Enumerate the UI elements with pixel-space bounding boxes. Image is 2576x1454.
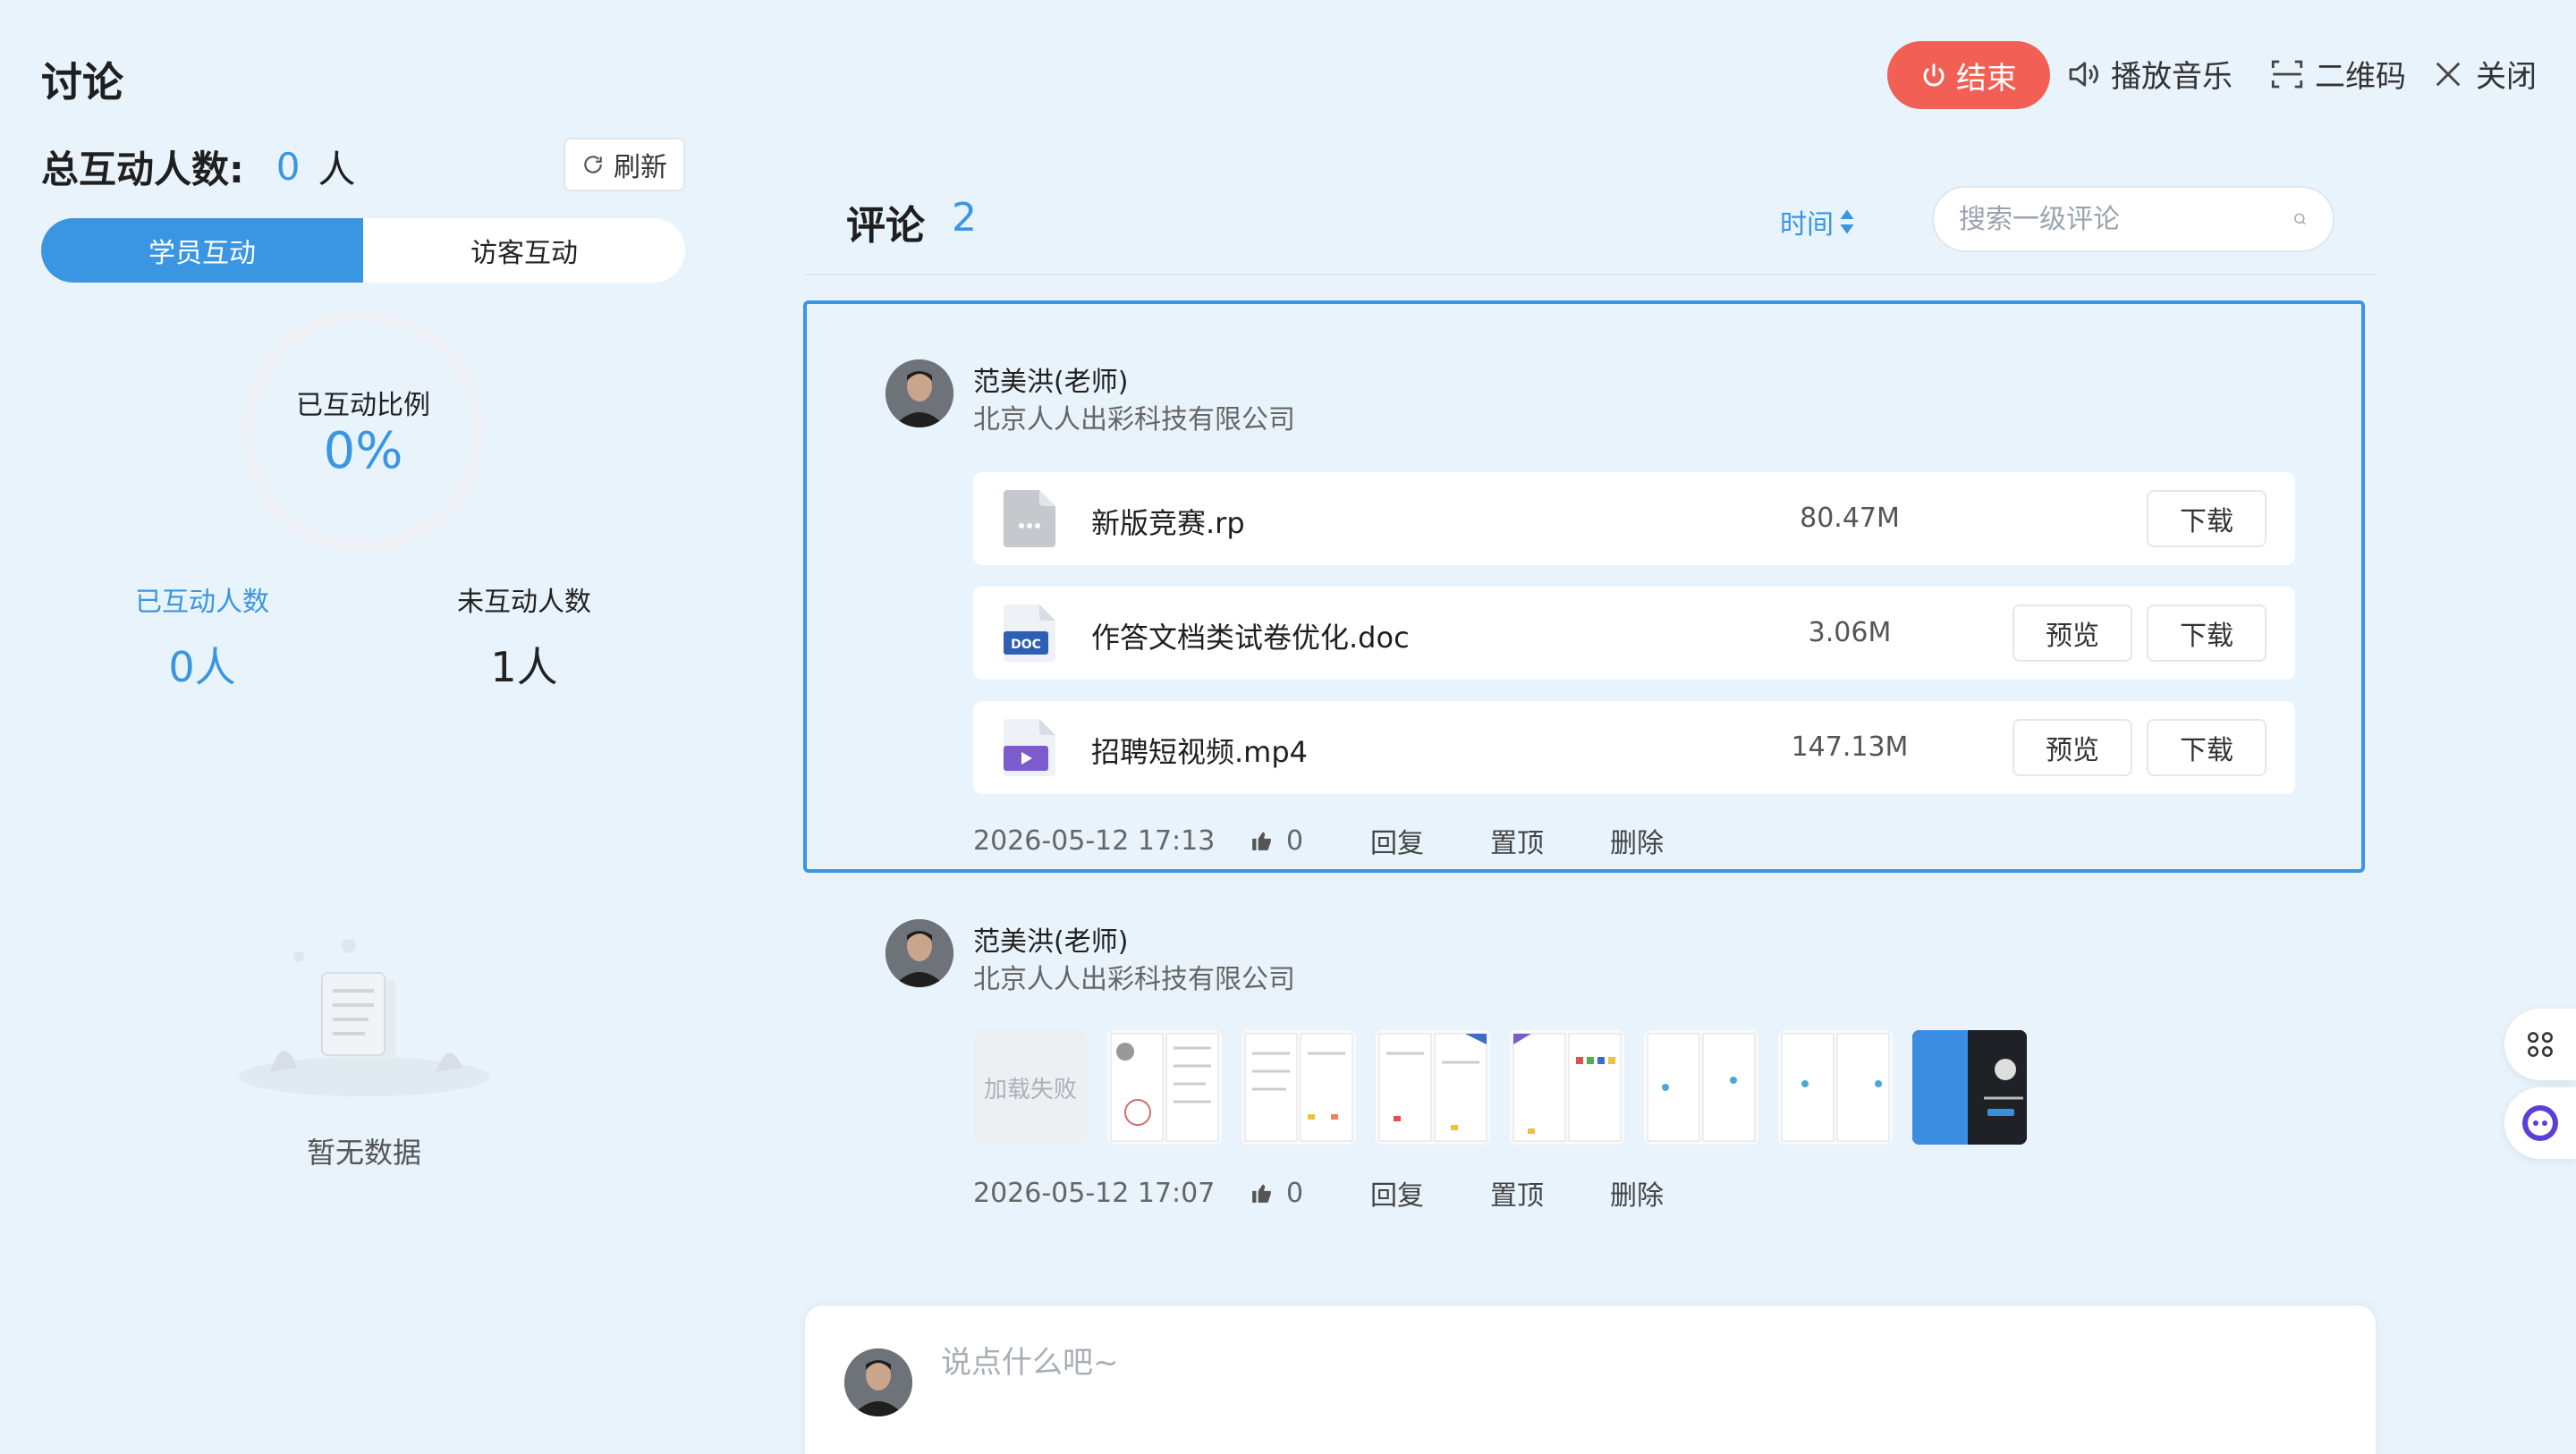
download-button[interactable]: 下载 [2147, 490, 2267, 547]
assistant-float-button[interactable] [2504, 1087, 2576, 1159]
preview-button[interactable]: 预览 [2012, 604, 2132, 662]
comment-search-input[interactable] [1959, 203, 2292, 235]
page-title: 讨论 [41, 58, 123, 106]
image-thumbnail[interactable] [1376, 1030, 1490, 1145]
speaker-icon [2069, 61, 2098, 87]
apps-float-button[interactable] [2504, 1009, 2576, 1080]
assistant-bot-icon [2522, 1105, 2558, 1141]
like-count: 0 [1286, 824, 1304, 857]
doc-file-icon: DOC [1004, 604, 1055, 662]
sort-label: 时间 [1780, 209, 1834, 241]
attachment-row: 新版竞赛.rp 80.47M 下载 [973, 472, 2295, 565]
avatar [844, 1348, 912, 1416]
interacted-stat: 已互动人数 0人 [86, 579, 318, 694]
not-interacted-label: 未互动人数 [457, 587, 591, 618]
interacted-label: 已互动人数 [135, 587, 269, 618]
attachment-row: DOC 作答文档类试卷优化.doc 3.06M 预览 下载 [973, 587, 2295, 680]
close-button[interactable]: 关闭 [2429, 52, 2537, 96]
comment-time: 2026-05-12 17:13 [973, 824, 1216, 857]
avatar [886, 359, 953, 427]
attachment-size: 3.06M [1808, 617, 1892, 648]
image-thumbnail[interactable] [1510, 1030, 1624, 1145]
comment-author-org: 北京人人出彩科技有限公司 [973, 404, 1295, 435]
delete-button[interactable]: 删除 [1610, 821, 1730, 860]
image-thumbnail[interactable] [1241, 1030, 1356, 1145]
tab-student-interaction[interactable]: 学员互动 [41, 218, 363, 283]
search-icon[interactable] [2292, 206, 2308, 232]
image-thumbnail[interactable] [1778, 1030, 1893, 1145]
empty-data-text: 暂无数据 [306, 1136, 421, 1170]
pin-button[interactable]: 置顶 [1490, 821, 1610, 860]
refresh-icon [584, 156, 602, 173]
attachment-row: 招聘短视频.mp4 147.13M 预览 下载 [973, 701, 2295, 794]
comments-count: 2 [952, 195, 977, 241]
refresh-button[interactable]: 刷新 [564, 138, 685, 191]
image-thumbnail-failed[interactable]: 加载失败 [973, 1030, 1088, 1145]
delete-button[interactable]: 删除 [1610, 1173, 1730, 1213]
image-thumbnail[interactable] [1107, 1030, 1222, 1145]
comment-input[interactable] [941, 1345, 2014, 1381]
comment-composer [805, 1306, 2376, 1454]
end-button[interactable]: 结束 [1887, 41, 2050, 109]
reply-button[interactable]: 回复 [1370, 821, 1490, 860]
tab-visitor-interaction[interactable]: 访客互动 [363, 218, 685, 283]
total-interaction-label: 总互动人数: [41, 148, 244, 191]
empty-data-illustration [239, 939, 489, 1096]
comment-author-name: 范美洪(老师) [973, 367, 1129, 398]
attachment-name: 作答文档类试卷优化.doc [1091, 621, 1410, 655]
sort-by-time-button[interactable]: 时间 [1780, 202, 1855, 241]
interaction-ratio-label: 已互动比例 [296, 390, 430, 421]
comment-meta-row: 2026-05-12 17:07 0 回复 置顶 删除 [973, 1173, 1730, 1213]
like-count: 0 [1286, 1177, 1304, 1209]
attachment-name: 新版竞赛.rp [1091, 506, 1245, 540]
play-music-label: 播放音乐 [2111, 59, 2233, 95]
image-attachments: 加载失败 [973, 1030, 2027, 1145]
power-icon [1923, 63, 1945, 87]
avatar [886, 919, 953, 987]
comments-title: 评论 [846, 203, 925, 249]
qrcode-button[interactable]: 二维码 [2268, 52, 2406, 96]
video-file-icon [1004, 719, 1055, 776]
comment-time: 2026-05-12 17:07 [973, 1177, 1216, 1209]
close-icon [2436, 62, 2461, 86]
close-label: 关闭 [2476, 59, 2537, 95]
comment-meta-row: 2026-05-12 17:13 0 回复 置顶 删除 [973, 821, 1730, 860]
total-interaction-row: 总互动人数: 0 人 [41, 139, 356, 194]
total-interaction-count: 0 [275, 145, 301, 189]
like-button[interactable]: 0 [1250, 825, 1370, 857]
like-button[interactable]: 0 [1250, 1178, 1370, 1209]
thumbs-up-icon [1252, 1184, 1271, 1203]
interaction-tabs: 学员互动 访客互动 [41, 218, 685, 283]
attachment-size: 147.13M [1791, 731, 1909, 763]
preview-button[interactable]: 预览 [2012, 719, 2132, 776]
image-thumbnail[interactable] [1644, 1030, 1758, 1145]
scan-qrcode-icon [2271, 60, 2303, 88]
download-button[interactable]: 下载 [2147, 719, 2267, 776]
comment-search-box [1932, 186, 2334, 252]
attachment-size: 80.47M [1800, 503, 1900, 534]
comment-author-org: 北京人人出彩科技有限公司 [973, 964, 1295, 995]
download-button[interactable]: 下载 [2147, 604, 2267, 662]
qrcode-label: 二维码 [2315, 59, 2406, 95]
play-music-button[interactable]: 播放音乐 [2064, 52, 2233, 96]
header-divider [805, 274, 2376, 275]
svg-text:DOC: DOC [1011, 638, 1041, 652]
not-interacted-value: 1人 [490, 643, 558, 691]
apps-icon [2528, 1032, 2553, 1057]
generic-file-icon [1004, 490, 1055, 547]
pin-button[interactable]: 置顶 [1490, 1173, 1610, 1213]
attachment-name: 招聘短视频.mp4 [1091, 735, 1309, 769]
interaction-ratio-value: 0% [323, 422, 403, 480]
refresh-label: 刷新 [614, 152, 667, 183]
end-label: 结束 [1956, 60, 2017, 97]
sort-caret-icon [1840, 209, 1854, 234]
discussion-page: 讨论 总互动人数: 0 人 刷新 学员互动 访客互动 已互动比例 0% 已互动人… [0, 0, 2576, 1454]
thumbs-up-icon [1252, 832, 1271, 850]
image-thumbnail[interactable] [1912, 1030, 2027, 1145]
interacted-value: 0人 [168, 643, 236, 691]
comment-author-name: 范美洪(老师) [973, 926, 1129, 958]
total-interaction-unit: 人 [318, 148, 356, 191]
reply-button[interactable]: 回复 [1370, 1173, 1490, 1213]
not-interacted-stat: 未互动人数 1人 [408, 579, 640, 694]
